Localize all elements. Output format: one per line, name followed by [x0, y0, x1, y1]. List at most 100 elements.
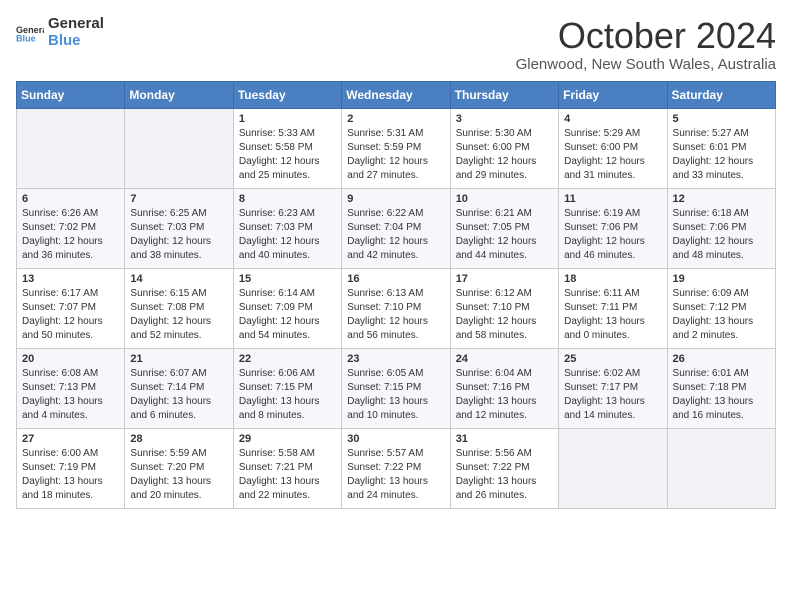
day-number: 14	[130, 273, 227, 285]
calendar-cell: 30 Sunrise: 5:57 AM Sunset: 7:22 PM Dayli…	[342, 428, 450, 508]
day-info: Sunrise: 5:58 AM Sunset: 7:21 PM Dayligh…	[239, 447, 336, 503]
day-number: 26	[673, 353, 770, 365]
day-info: Sunrise: 5:27 AM Sunset: 6:01 PM Dayligh…	[673, 127, 770, 183]
calendar-cell: 27Sunrise: 6:00 AM Sunset: 7:19 PM Dayli…	[17, 428, 125, 508]
calendar-cell: 26 Sunrise: 6:01 AM Sunset: 7:18 PM Dayli…	[667, 348, 775, 428]
day-number: 13	[22, 273, 119, 285]
location-subtitle: Glenwood, New South Wales, Australia	[516, 56, 776, 73]
day-info: Sunrise: 6:19 AM Sunset: 7:06 PM Dayligh…	[564, 207, 661, 263]
day-number: 30	[347, 433, 444, 445]
calendar-cell: 5 Sunrise: 5:27 AM Sunset: 6:01 PM Daylig…	[667, 108, 775, 188]
day-info: Sunrise: 5:29 AM Sunset: 6:00 PM Dayligh…	[564, 127, 661, 183]
day-info: Sunrise: 5:31 AM Sunset: 5:59 PM Dayligh…	[347, 127, 444, 183]
calendar-cell: 3Sunrise: 5:30 AM Sunset: 6:00 PM Daylig…	[450, 108, 558, 188]
day-number: 12	[673, 193, 770, 205]
day-number: 6	[22, 193, 119, 205]
day-info: Sunrise: 5:30 AM Sunset: 6:00 PM Dayligh…	[456, 127, 553, 183]
day-info: Sunrise: 6:17 AM Sunset: 7:07 PM Dayligh…	[22, 287, 119, 343]
header-day-wednesday: Wednesday	[342, 81, 450, 108]
calendar-cell: 14 Sunrise: 6:15 AM Sunset: 7:08 PM Dayli…	[125, 268, 233, 348]
day-number: 5	[673, 113, 770, 125]
day-info: Sunrise: 6:23 AM Sunset: 7:03 PM Dayligh…	[239, 207, 336, 263]
calendar-cell: 23 Sunrise: 6:05 AM Sunset: 7:15 PM Dayli…	[342, 348, 450, 428]
day-number: 22	[239, 353, 336, 365]
calendar-cell: 11 Sunrise: 6:19 AM Sunset: 7:06 PM Dayli…	[559, 188, 667, 268]
svg-text:Blue: Blue	[16, 33, 36, 43]
day-info: Sunrise: 6:06 AM Sunset: 7:15 PM Dayligh…	[239, 367, 336, 423]
calendar-cell	[17, 108, 125, 188]
calendar-cell: 22 Sunrise: 6:06 AM Sunset: 7:15 PM Dayli…	[233, 348, 341, 428]
calendar-cell: 29 Sunrise: 5:58 AM Sunset: 7:21 PM Dayli…	[233, 428, 341, 508]
logo-blue: Blue	[48, 33, 104, 50]
day-number: 15	[239, 273, 336, 285]
day-number: 20	[22, 353, 119, 365]
calendar-table: SundayMondayTuesdayWednesdayThursdayFrid…	[16, 81, 776, 509]
day-number: 1	[239, 113, 336, 125]
day-number: 28	[130, 433, 227, 445]
day-number: 7	[130, 193, 227, 205]
day-number: 2	[347, 113, 444, 125]
calendar-cell	[667, 428, 775, 508]
logo-general: General	[48, 16, 104, 33]
day-info: Sunrise: 6:02 AM Sunset: 7:17 PM Dayligh…	[564, 367, 661, 423]
header-row: SundayMondayTuesdayWednesdayThursdayFrid…	[17, 81, 776, 108]
day-number: 19	[673, 273, 770, 285]
main-title: October 2024	[516, 16, 776, 56]
day-number: 21	[130, 353, 227, 365]
calendar-cell: 13 Sunrise: 6:17 AM Sunset: 7:07 PM Dayli…	[17, 268, 125, 348]
logo-icon: General Blue	[16, 23, 44, 43]
day-number: 4	[564, 113, 661, 125]
day-info: Sunrise: 6:05 AM Sunset: 7:15 PM Dayligh…	[347, 367, 444, 423]
day-info: Sunrise: 5:59 AM Sunset: 7:20 PM Dayligh…	[130, 447, 227, 503]
calendar-cell: 24 Sunrise: 6:04 AM Sunset: 7:16 PM Dayli…	[450, 348, 558, 428]
header-day-saturday: Saturday	[667, 81, 775, 108]
day-info: Sunrise: 5:57 AM Sunset: 7:22 PM Dayligh…	[347, 447, 444, 503]
day-number: 16	[347, 273, 444, 285]
header-day-sunday: Sunday	[17, 81, 125, 108]
day-number: 31	[456, 433, 553, 445]
calendar-cell: 31Sunrise: 5:56 AM Sunset: 7:22 PM Dayli…	[450, 428, 558, 508]
calendar-cell: 20Sunrise: 6:08 AM Sunset: 7:13 PM Dayli…	[17, 348, 125, 428]
calendar-cell: 4 Sunrise: 5:29 AM Sunset: 6:00 PM Daylig…	[559, 108, 667, 188]
calendar-cell: 6 Sunrise: 6:26 AM Sunset: 7:02 PM Daylig…	[17, 188, 125, 268]
calendar-header: SundayMondayTuesdayWednesdayThursdayFrid…	[17, 81, 776, 108]
calendar-cell: 25Sunrise: 6:02 AM Sunset: 7:17 PM Dayli…	[559, 348, 667, 428]
day-number: 24	[456, 353, 553, 365]
calendar-cell: 7 Sunrise: 6:25 AM Sunset: 7:03 PM Daylig…	[125, 188, 233, 268]
title-block: October 2024 Glenwood, New South Wales, …	[516, 16, 776, 73]
header-day-monday: Monday	[125, 81, 233, 108]
week-row-4: 20Sunrise: 6:08 AM Sunset: 7:13 PM Dayli…	[17, 348, 776, 428]
calendar-cell: 17Sunrise: 6:12 AM Sunset: 7:10 PM Dayli…	[450, 268, 558, 348]
header-day-friday: Friday	[559, 81, 667, 108]
day-number: 11	[564, 193, 661, 205]
logo: General Blue General Blue	[16, 16, 104, 49]
calendar-cell	[125, 108, 233, 188]
calendar-cell: 1 Sunrise: 5:33 AM Sunset: 5:58 PM Daylig…	[233, 108, 341, 188]
calendar-cell: 8 Sunrise: 6:23 AM Sunset: 7:03 PM Daylig…	[233, 188, 341, 268]
day-info: Sunrise: 5:33 AM Sunset: 5:58 PM Dayligh…	[239, 127, 336, 183]
header-day-tuesday: Tuesday	[233, 81, 341, 108]
day-info: Sunrise: 6:14 AM Sunset: 7:09 PM Dayligh…	[239, 287, 336, 343]
calendar-cell	[559, 428, 667, 508]
day-info: Sunrise: 6:12 AM Sunset: 7:10 PM Dayligh…	[456, 287, 553, 343]
day-number: 23	[347, 353, 444, 365]
calendar-cell: 9Sunrise: 6:22 AM Sunset: 7:04 PM Daylig…	[342, 188, 450, 268]
day-number: 8	[239, 193, 336, 205]
day-info: Sunrise: 6:13 AM Sunset: 7:10 PM Dayligh…	[347, 287, 444, 343]
day-info: Sunrise: 6:04 AM Sunset: 7:16 PM Dayligh…	[456, 367, 553, 423]
day-info: Sunrise: 6:25 AM Sunset: 7:03 PM Dayligh…	[130, 207, 227, 263]
day-number: 29	[239, 433, 336, 445]
header-day-thursday: Thursday	[450, 81, 558, 108]
day-info: Sunrise: 6:26 AM Sunset: 7:02 PM Dayligh…	[22, 207, 119, 263]
day-info: Sunrise: 6:21 AM Sunset: 7:05 PM Dayligh…	[456, 207, 553, 263]
calendar-cell: 2 Sunrise: 5:31 AM Sunset: 5:59 PM Daylig…	[342, 108, 450, 188]
day-info: Sunrise: 6:01 AM Sunset: 7:18 PM Dayligh…	[673, 367, 770, 423]
day-info: Sunrise: 6:15 AM Sunset: 7:08 PM Dayligh…	[130, 287, 227, 343]
day-info: Sunrise: 6:22 AM Sunset: 7:04 PM Dayligh…	[347, 207, 444, 263]
week-row-3: 13 Sunrise: 6:17 AM Sunset: 7:07 PM Dayli…	[17, 268, 776, 348]
day-info: Sunrise: 6:11 AM Sunset: 7:11 PM Dayligh…	[564, 287, 661, 343]
calendar-cell: 12Sunrise: 6:18 AM Sunset: 7:06 PM Dayli…	[667, 188, 775, 268]
day-info: Sunrise: 6:00 AM Sunset: 7:19 PM Dayligh…	[22, 447, 119, 503]
week-row-2: 6 Sunrise: 6:26 AM Sunset: 7:02 PM Daylig…	[17, 188, 776, 268]
calendar-cell: 16 Sunrise: 6:13 AM Sunset: 7:10 PM Dayli…	[342, 268, 450, 348]
